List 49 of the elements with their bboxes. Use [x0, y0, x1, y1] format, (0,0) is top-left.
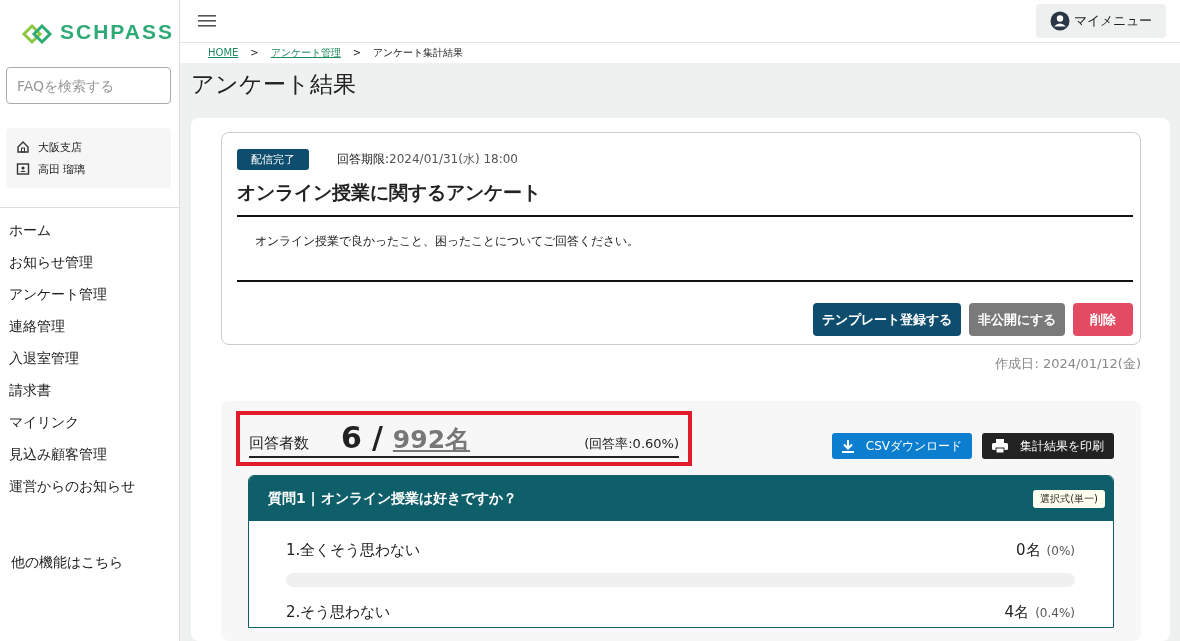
other-features-link[interactable]: 他の機能はこちら	[0, 554, 179, 572]
logo-icon	[20, 22, 54, 46]
status-badge: 配信完了	[237, 149, 309, 170]
page-title: アンケート結果	[190, 70, 357, 99]
breadcrumb-current: アンケート集計結果	[373, 45, 464, 60]
nav-item[interactable]: 入退室管理	[0, 342, 179, 374]
account-text: 大阪支店	[38, 139, 82, 155]
logo-text: SCHPASS	[60, 20, 174, 44]
total-count-link[interactable]: 992名	[392, 423, 471, 456]
option-label: 2.そう思わない	[286, 602, 391, 622]
nav-item[interactable]: お知らせ管理	[0, 246, 179, 278]
option-count: 0名 (0%)	[1016, 540, 1075, 560]
breadcrumb-separator: >	[352, 47, 362, 59]
answered-count: 6	[341, 420, 362, 455]
search-field[interactable]: FAQを検索する	[6, 67, 171, 104]
print-button[interactable]: 集計結果を印刷	[982, 433, 1114, 459]
download-icon	[841, 439, 854, 453]
unpublish-button[interactable]: 非公開にする	[969, 303, 1065, 336]
survey-title: オンライン授業に関するアンケート	[237, 180, 1133, 217]
nav-item[interactable]: 連絡管理	[0, 310, 179, 342]
my-menu-button[interactable]: マイメニュー	[1036, 3, 1166, 38]
survey-description: オンライン授業で良かったこと、困ったことについてご回答ください。	[237, 217, 1133, 282]
option-label: 1.全くそう思わない	[286, 540, 421, 560]
nav-item[interactable]: 見込み顧客管理	[0, 438, 179, 470]
id-card-icon	[16, 162, 30, 176]
account-text: 高田 瑠璃	[38, 161, 86, 177]
breadcrumb-link[interactable]: HOME	[208, 47, 239, 59]
question-type-tag: 選択式(単一)	[1033, 489, 1105, 508]
account-icon	[1050, 10, 1070, 31]
question-title: 質問1 | オンライン授業は好きですか？	[268, 489, 517, 508]
summary-label: 回答者数	[249, 434, 309, 453]
menu-icon	[198, 13, 216, 28]
nav-item[interactable]: 請求書	[0, 374, 179, 406]
nav-item[interactable]: ホーム	[0, 214, 179, 246]
deadline-text: 回答期限:2024/01/31(水) 18:00	[337, 151, 518, 168]
slash-text: /	[371, 420, 383, 455]
delete-button[interactable]: 削除	[1073, 303, 1133, 336]
home-icon	[16, 140, 30, 154]
response-rate: (回答率:0.60%)	[584, 435, 679, 453]
printer-icon	[992, 439, 1008, 453]
breadcrumb-separator: >	[250, 47, 259, 59]
nav-item[interactable]: 運営からのお知らせ	[0, 470, 179, 502]
created-date: 作成日: 2024/01/12(金)	[994, 355, 1141, 373]
nav-item[interactable]: アンケート管理	[0, 278, 179, 310]
option-count: 4名 (0.4%)	[1004, 602, 1075, 622]
breadcrumb-link[interactable]: アンケート管理	[270, 45, 341, 60]
csv-download-button[interactable]: CSVダウンロード	[831, 433, 972, 459]
nav-item[interactable]: マイリンク	[0, 406, 179, 438]
template-button[interactable]: テンプレート登録する	[813, 303, 961, 336]
